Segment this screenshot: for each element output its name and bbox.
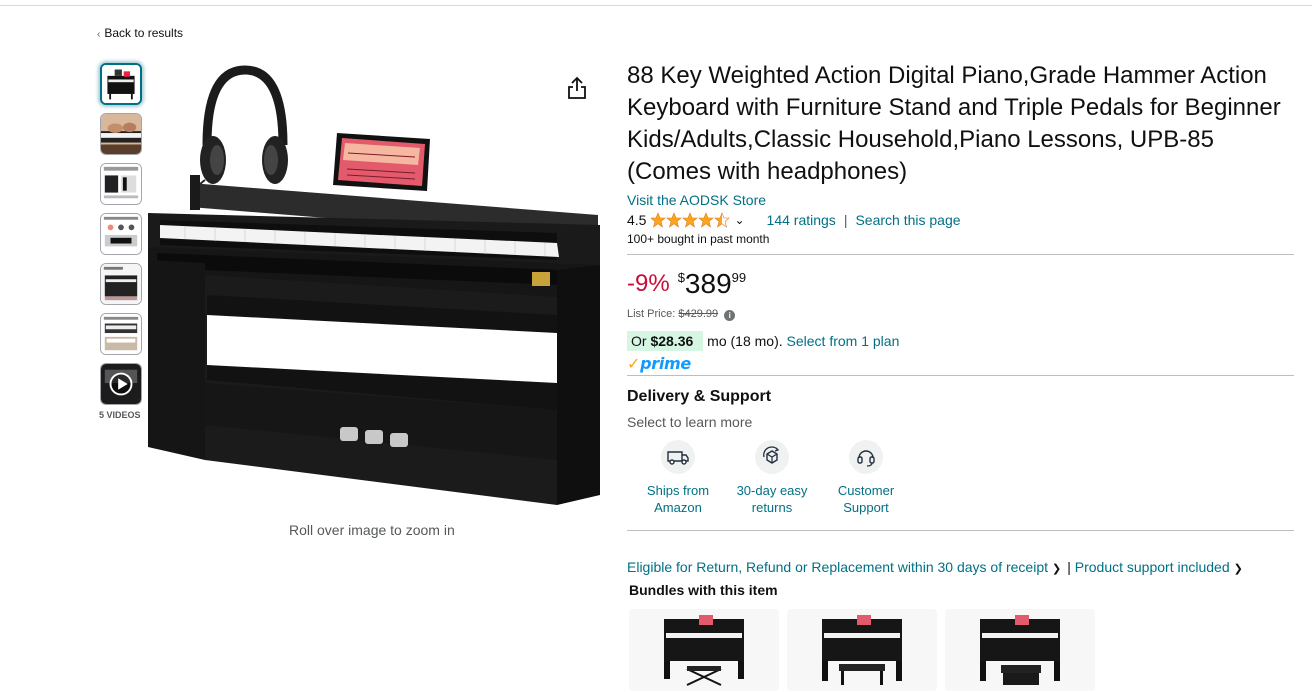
chevron-down-icon[interactable]: ❯ xyxy=(1234,563,1243,575)
divider xyxy=(627,530,1294,531)
zoom-hint: Roll over image to zoom in xyxy=(289,522,455,538)
thumbnail-feature-3[interactable] xyxy=(100,263,142,305)
videos-count-label: 5 VIDEOS xyxy=(99,410,141,420)
feature-icons: Ships from Amazon 30-day easy returns Cust… xyxy=(627,440,1294,516)
select-plan-link[interactable]: Select from 1 plan xyxy=(787,333,900,349)
payment-plan-row: Or $28.36 mo (18 mo). Select from 1 plan xyxy=(627,331,1294,351)
headset-icon xyxy=(849,440,883,474)
thumbnail-hands[interactable] xyxy=(100,113,142,155)
price-whole: 389 xyxy=(684,268,732,299)
bundle-item-x-stand[interactable] xyxy=(629,609,779,691)
bundles-list xyxy=(629,609,1294,691)
feature-easy-returns[interactable]: 30-day easy returns xyxy=(725,440,819,516)
rating-row: 4.5 ⌄ 144 ratings | Search this page xyxy=(627,210,1294,230)
prime-badge: ✓prime xyxy=(627,354,1294,373)
main-product-image[interactable] xyxy=(145,65,603,515)
thumbnail-feature-4[interactable] xyxy=(100,313,142,355)
search-this-page-link[interactable]: Search this page xyxy=(855,210,960,230)
star-icon xyxy=(666,212,683,228)
bought-in-past-month: 100+ bought in past month xyxy=(627,232,770,246)
discount-percent: -9% xyxy=(627,270,670,297)
star-icon xyxy=(650,212,667,228)
half-star-icon xyxy=(714,212,731,228)
chevron-down-icon[interactable]: ⌄ xyxy=(734,210,744,230)
star-rating[interactable] xyxy=(650,212,731,228)
thumbnail-video[interactable] xyxy=(100,363,142,405)
product-title: 88 Key Weighted Action Digital Piano,Gra… xyxy=(627,62,1281,185)
plan-suffix: mo (18 mo). xyxy=(707,333,783,349)
star-icon xyxy=(698,212,715,228)
feature-ships-from-amazon[interactable]: Ships from Amazon xyxy=(631,440,725,516)
back-label: Back to results xyxy=(104,26,184,40)
returns-eligibility-link[interactable]: Eligible for Return, Refund or Replaceme… xyxy=(627,559,1048,575)
back-to-results-link[interactable]: ‹ Back to results xyxy=(97,26,183,40)
thumbnail-feature-2[interactable] xyxy=(100,213,142,255)
list-price: List Price: $429.99 i xyxy=(627,306,1294,322)
feature-label-1: Customer xyxy=(837,483,895,498)
price-row: -9% $ 389 99 xyxy=(627,267,1294,303)
bundle-item-bench-2[interactable] xyxy=(945,609,1095,691)
divider xyxy=(627,254,1294,255)
price-fraction: 99 xyxy=(731,270,747,285)
info-icon[interactable]: i xyxy=(724,310,736,321)
bundle-item-bench[interactable] xyxy=(787,609,937,691)
store-link[interactable]: Visit the AODSK Store xyxy=(627,190,1294,210)
feature-label-1: Ships from xyxy=(646,483,710,498)
prime-check-icon: ✓ xyxy=(627,354,641,373)
product-support-link[interactable]: Product support included xyxy=(1075,559,1230,575)
delivery-subtitle: Select to learn more xyxy=(627,414,753,430)
tablet-graphic xyxy=(333,133,430,191)
list-price-label: List Price: xyxy=(627,308,676,320)
chevron-left-icon: ‹ xyxy=(97,29,101,40)
price-currency: $ xyxy=(677,270,685,285)
van-icon xyxy=(661,440,695,474)
delivery-title: Delivery & Support xyxy=(627,388,772,405)
returns-separator: | xyxy=(1067,559,1071,575)
share-icon[interactable] xyxy=(566,76,588,100)
bundles-title: Bundles with this item xyxy=(629,582,778,598)
product-details: 88 Key Weighted Action Digital Piano,Gra… xyxy=(627,60,1294,691)
plan-prefix: Or xyxy=(631,333,647,349)
top-divider xyxy=(0,5,1312,6)
prime-label: prime xyxy=(640,354,691,373)
returns-row: Eligible for Return, Refund or Replaceme… xyxy=(627,557,1294,579)
feature-label-2: Support xyxy=(843,500,889,515)
thumbnail-main[interactable] xyxy=(100,63,142,105)
star-icon xyxy=(682,212,699,228)
thumbnail-feature-1[interactable] xyxy=(100,163,142,205)
feature-label-2: Amazon xyxy=(654,500,702,515)
divider xyxy=(627,375,1294,376)
rating-value: 4.5 xyxy=(627,212,647,228)
feature-customer-support[interactable]: Customer Support xyxy=(819,440,913,516)
thumbnail-strip xyxy=(100,63,142,413)
list-price-value: $429.99 xyxy=(678,308,719,320)
plan-amount: $28.36 xyxy=(650,333,694,349)
separator: | xyxy=(843,212,848,228)
chevron-down-icon[interactable]: ❯ xyxy=(1052,563,1061,575)
feature-label-2: returns xyxy=(751,500,793,515)
feature-label-1: 30-day easy xyxy=(736,483,808,498)
plan-badge: Or $28.36 xyxy=(627,331,704,351)
ratings-count-link[interactable]: 144 ratings xyxy=(767,210,836,230)
return-box-icon xyxy=(755,440,789,474)
